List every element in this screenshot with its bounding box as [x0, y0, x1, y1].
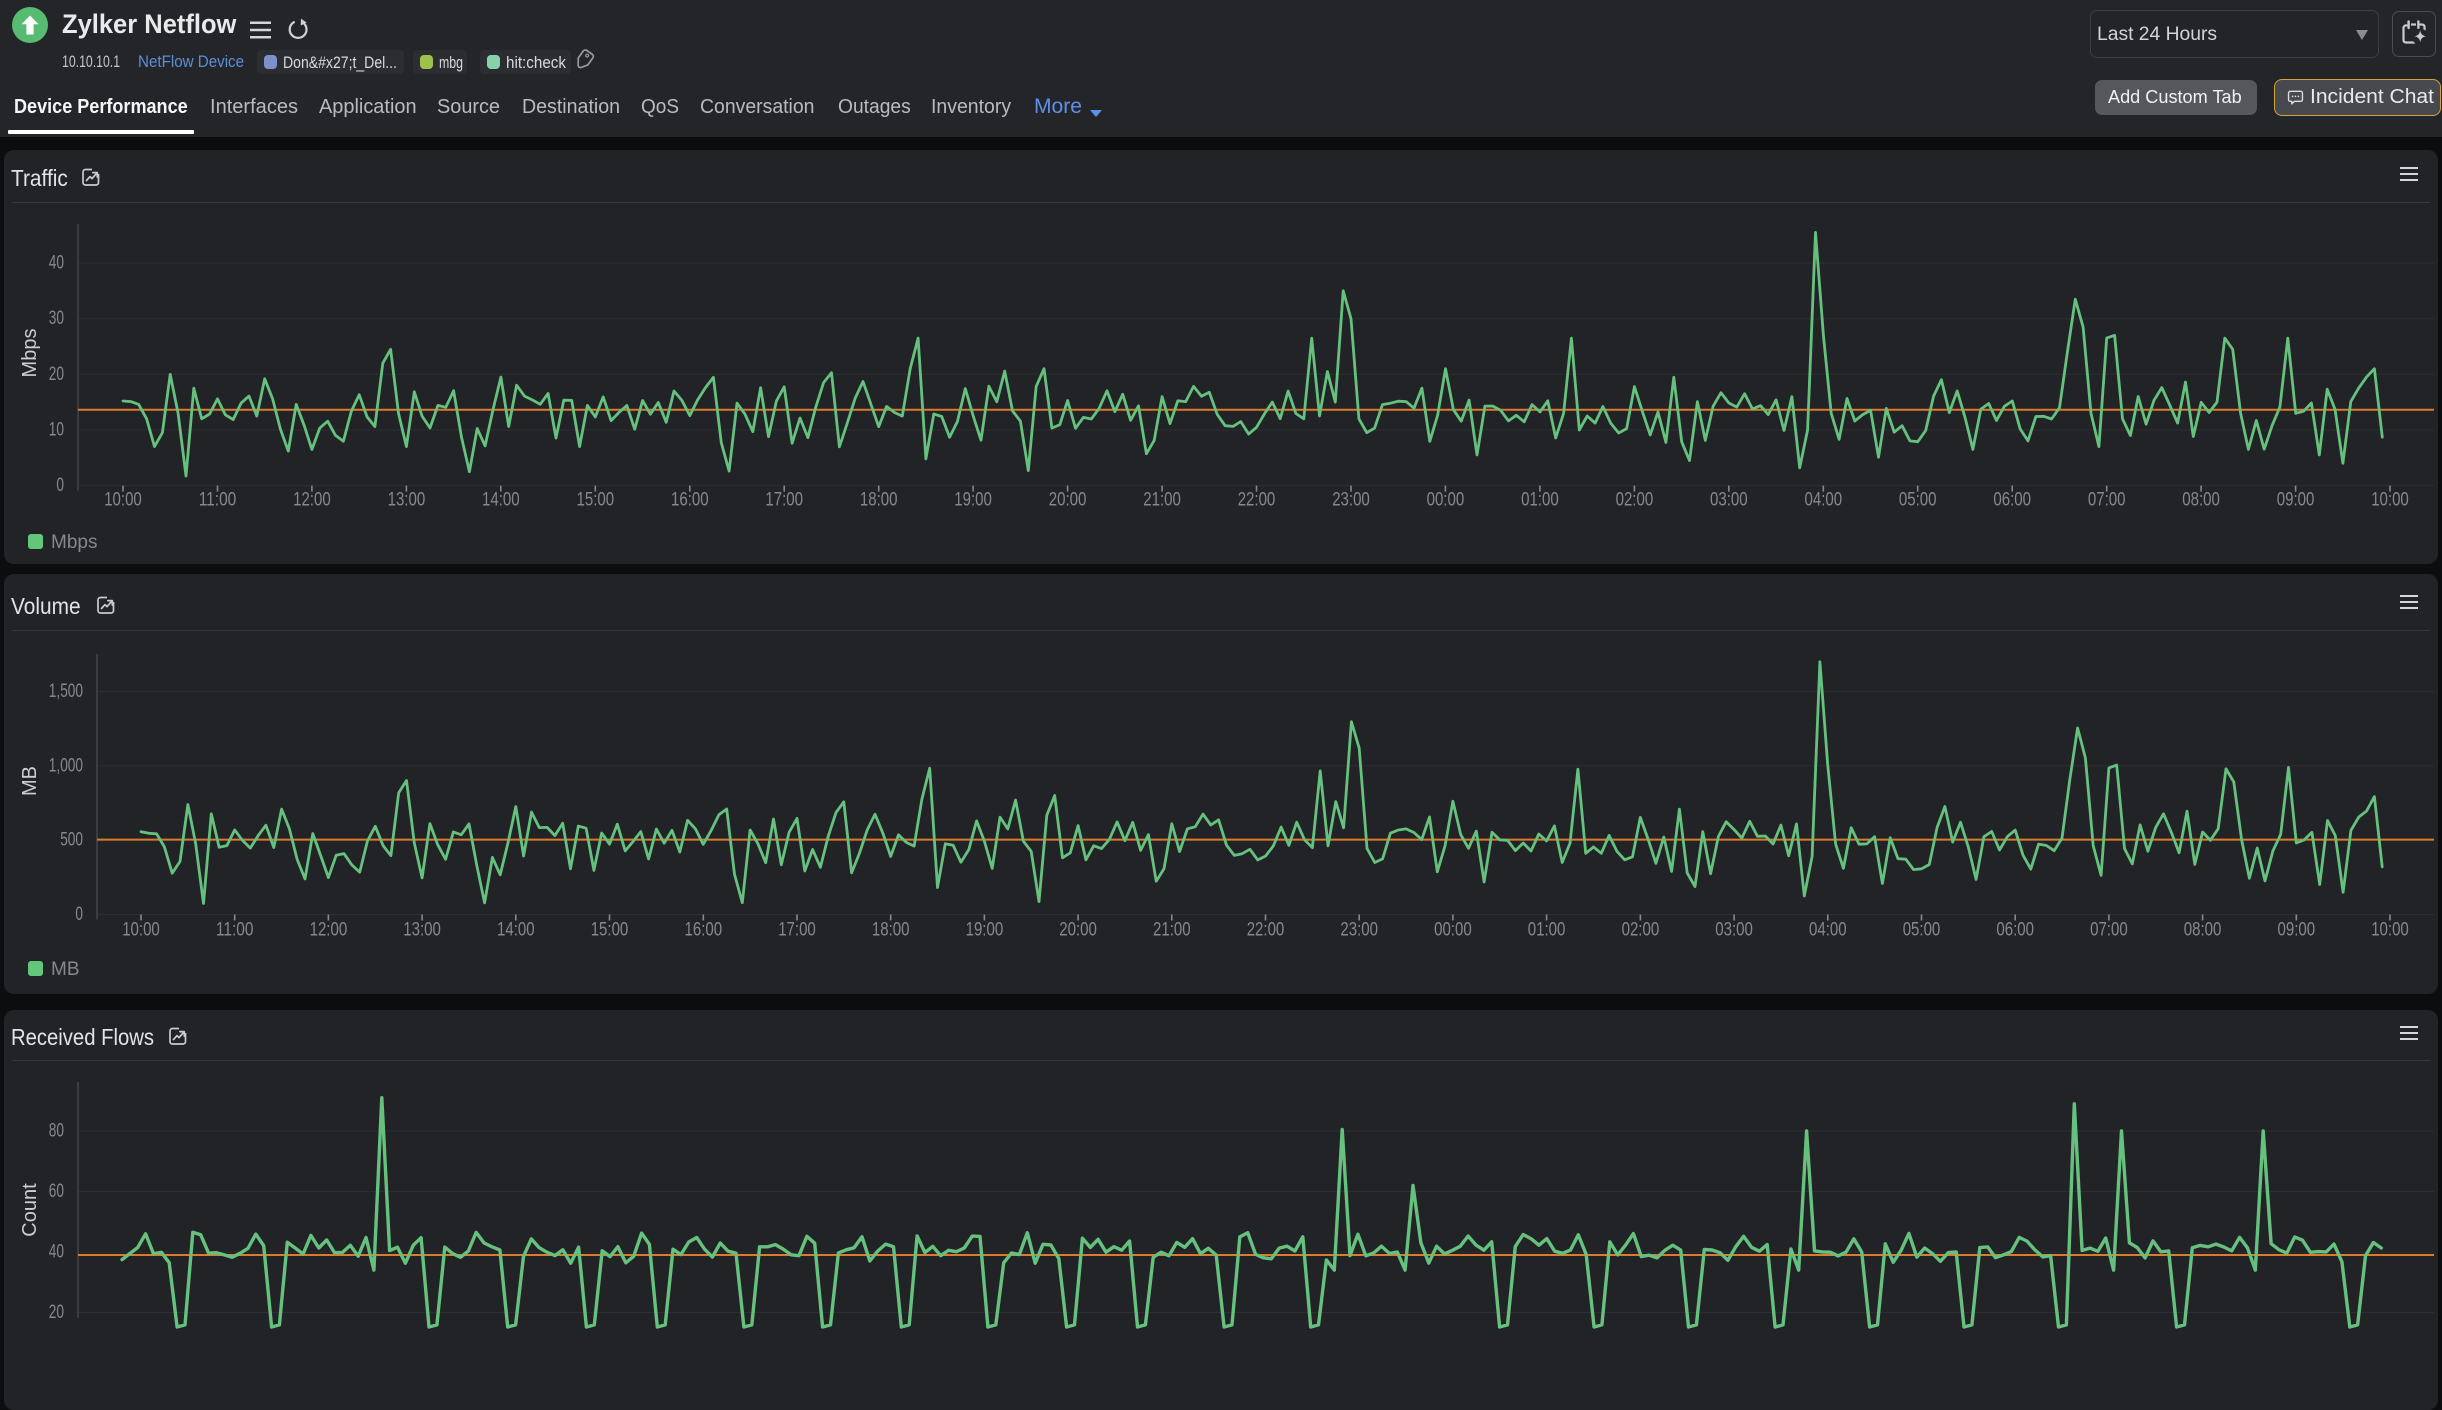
- svg-text:40: 40: [49, 253, 64, 274]
- svg-text:02:00: 02:00: [1622, 920, 1660, 941]
- svg-text:80: 80: [49, 1121, 64, 1142]
- svg-text:10: 10: [49, 420, 64, 441]
- svg-text:19:00: 19:00: [954, 490, 992, 511]
- svg-text:1,500: 1,500: [49, 681, 83, 702]
- svg-text:0: 0: [75, 904, 83, 925]
- svg-text:22:00: 22:00: [1247, 920, 1285, 941]
- svg-text:23:00: 23:00: [1332, 490, 1370, 511]
- svg-text:14:00: 14:00: [497, 920, 535, 941]
- svg-text:11:00: 11:00: [199, 490, 237, 511]
- svg-text:20:00: 20:00: [1059, 920, 1097, 941]
- svg-text:10:00: 10:00: [104, 490, 142, 511]
- svg-text:07:00: 07:00: [2090, 920, 2128, 941]
- svg-text:23:00: 23:00: [1340, 920, 1378, 941]
- svg-text:07:00: 07:00: [2088, 490, 2126, 511]
- svg-text:1,000: 1,000: [49, 755, 83, 776]
- svg-text:12:00: 12:00: [293, 490, 331, 511]
- svg-text:04:00: 04:00: [1809, 920, 1847, 941]
- svg-text:500: 500: [60, 830, 83, 851]
- svg-text:0: 0: [56, 475, 64, 496]
- svg-text:02:00: 02:00: [1616, 490, 1654, 511]
- svg-text:13:00: 13:00: [403, 920, 441, 941]
- svg-text:19:00: 19:00: [966, 920, 1004, 941]
- svg-text:17:00: 17:00: [765, 490, 803, 511]
- svg-text:09:00: 09:00: [2277, 490, 2315, 511]
- svg-text:06:00: 06:00: [1996, 920, 2034, 941]
- svg-text:22:00: 22:00: [1238, 490, 1276, 511]
- svg-text:00:00: 00:00: [1427, 490, 1465, 511]
- svg-text:08:00: 08:00: [2184, 920, 2222, 941]
- svg-text:18:00: 18:00: [872, 920, 910, 941]
- svg-text:01:00: 01:00: [1528, 920, 1566, 941]
- svg-text:21:00: 21:00: [1153, 920, 1191, 941]
- svg-text:05:00: 05:00: [1903, 920, 1941, 941]
- svg-text:04:00: 04:00: [1805, 490, 1843, 511]
- svg-text:09:00: 09:00: [2278, 920, 2316, 941]
- svg-text:20: 20: [49, 364, 64, 385]
- svg-text:18:00: 18:00: [860, 490, 898, 511]
- svg-text:60: 60: [49, 1181, 64, 1202]
- svg-text:15:00: 15:00: [577, 490, 615, 511]
- svg-text:21:00: 21:00: [1143, 490, 1181, 511]
- svg-text:16:00: 16:00: [671, 490, 709, 511]
- svg-text:30: 30: [49, 308, 64, 329]
- svg-text:Mbps: Mbps: [51, 532, 97, 553]
- svg-text:05:00: 05:00: [1899, 490, 1937, 511]
- svg-text:03:00: 03:00: [1715, 920, 1753, 941]
- svg-text:16:00: 16:00: [685, 920, 723, 941]
- svg-text:11:00: 11:00: [216, 920, 254, 941]
- svg-text:10:00: 10:00: [122, 920, 160, 941]
- svg-text:20: 20: [49, 1302, 64, 1323]
- svg-text:03:00: 03:00: [1710, 490, 1748, 511]
- svg-text:MB: MB: [19, 766, 41, 796]
- svg-text:10:00: 10:00: [2371, 490, 2409, 511]
- svg-text:MB: MB: [51, 959, 80, 980]
- svg-text:06:00: 06:00: [1993, 490, 2031, 511]
- svg-text:12:00: 12:00: [310, 920, 348, 941]
- svg-text:00:00: 00:00: [1434, 920, 1472, 941]
- svg-text:Count: Count: [19, 1183, 41, 1237]
- svg-text:17:00: 17:00: [778, 920, 816, 941]
- svg-text:10:00: 10:00: [2371, 920, 2409, 941]
- svg-text:08:00: 08:00: [2182, 490, 2220, 511]
- svg-text:40: 40: [49, 1242, 64, 1263]
- svg-text:01:00: 01:00: [1521, 490, 1559, 511]
- svg-text:20:00: 20:00: [1049, 490, 1087, 511]
- svg-text:15:00: 15:00: [591, 920, 629, 941]
- svg-text:13:00: 13:00: [388, 490, 426, 511]
- svg-text:14:00: 14:00: [482, 490, 520, 511]
- svg-text:Mbps: Mbps: [19, 329, 41, 378]
